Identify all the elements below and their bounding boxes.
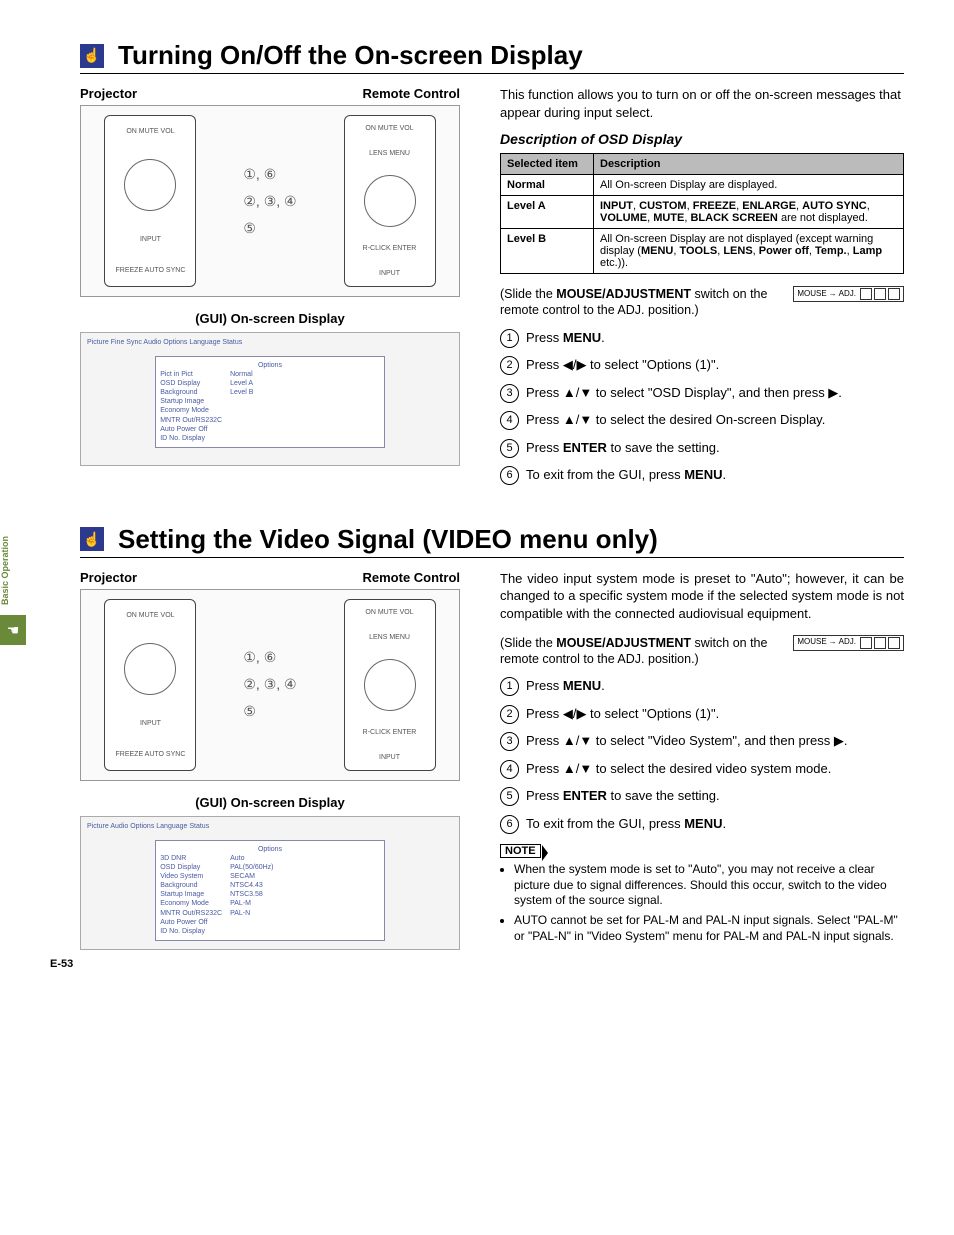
hardware-diagram: ON MUTE VOLINPUTFREEZE AUTO SYNC ①, ⑥ ②,… xyxy=(80,589,460,781)
callout-3: ⑤ xyxy=(243,703,296,720)
slide-note: (Slide the MOUSE/ADJUSTMENT switch on th… xyxy=(500,635,904,668)
side-tab-label: Basic Operation xyxy=(0,530,10,611)
label-remote: Remote Control xyxy=(363,570,461,585)
section1-title-row: ☝ Turning On/Off the On-screen Display xyxy=(80,40,904,74)
step-item: Press ENTER to save the setting. xyxy=(500,439,904,457)
side-tab: Basic Operation ☚ xyxy=(0,530,26,645)
label-projector: Projector xyxy=(80,570,137,585)
callout-1: ①, ⑥ xyxy=(243,166,296,183)
step-item: To exit from the GUI, press MENU. xyxy=(500,466,904,484)
callouts: ①, ⑥ ②, ③, ④ ⑤ xyxy=(243,166,296,237)
hand-icon: ☚ xyxy=(0,615,26,645)
steps-list: Press MENU. Press ◀/▶ to select "Options … xyxy=(500,677,904,832)
hand-pointer-icon: ☝ xyxy=(80,527,104,551)
th-selected: Selected item xyxy=(501,154,594,175)
table-row: Level B All On-screen Display are not di… xyxy=(501,229,904,274)
gui-label: (GUI) On-screen Display xyxy=(80,311,460,326)
mouse-adj-switch-icon: MOUSE → ADJ. xyxy=(793,286,904,302)
intro-text: The video input system mode is preset to… xyxy=(500,570,904,623)
label-remote: Remote Control xyxy=(363,86,461,101)
step-item: Press ◀/▶ to select "Options (1)". xyxy=(500,356,904,374)
section2-title: Setting the Video Signal (VIDEO menu onl… xyxy=(118,524,658,555)
mouse-adj-switch-icon: MOUSE → ADJ. xyxy=(793,635,904,651)
diagram-labels: Projector Remote Control xyxy=(80,570,460,585)
gui-screenshot: Picture Fine Sync Audio Options Language… xyxy=(80,332,460,466)
step-item: Press ▲/▼ to select "Video System", and … xyxy=(500,732,904,750)
intro-text: This function allows you to turn on or o… xyxy=(500,86,904,121)
th-desc: Description xyxy=(594,154,904,175)
gui-header: Options xyxy=(160,845,380,854)
callout-1: ①, ⑥ xyxy=(243,649,296,666)
projector-outline: ON MUTE VOLINPUTFREEZE AUTO SYNC xyxy=(104,599,196,771)
label-projector: Projector xyxy=(80,86,137,101)
note-item: AUTO cannot be set for PAL-M and PAL-N i… xyxy=(514,913,904,944)
callout-2: ②, ③, ④ xyxy=(243,676,296,693)
note-item: When the system mode is set to "Auto", y… xyxy=(514,862,904,909)
gui-tabs: Picture Fine Sync Audio Options Language… xyxy=(87,339,453,346)
hand-pointer-icon: ☝ xyxy=(80,44,104,68)
gui-header: Options xyxy=(160,361,380,370)
osd-table: Selected item Description Normal All On-… xyxy=(500,153,904,274)
remote-outline: ON MUTE VOLLENS MENUR-CLICK ENTERINPUT xyxy=(344,599,436,771)
gui-side: NormalLevel ALevel B xyxy=(230,370,253,443)
hardware-diagram: ON MUTE VOLINPUTFREEZE AUTO SYNC ①, ⑥ ②,… xyxy=(80,105,460,297)
section2-title-row: ☝ Setting the Video Signal (VIDEO menu o… xyxy=(80,524,904,558)
gui-items: Pict in PictOSD DisplayBackgroundStartup… xyxy=(160,370,222,443)
subhead: Description of OSD Display xyxy=(500,131,904,147)
step-item: To exit from the GUI, press MENU. xyxy=(500,815,904,833)
diagram-labels: Projector Remote Control xyxy=(80,86,460,101)
step-item: Press ▲/▼ to select the desired video sy… xyxy=(500,760,904,778)
step-item: Press ▲/▼ to select "OSD Display", and t… xyxy=(500,384,904,402)
step-item: Press ◀/▶ to select "Options (1)". xyxy=(500,705,904,723)
remote-outline: ON MUTE VOLLENS MENUR-CLICK ENTERINPUT xyxy=(344,115,436,287)
slide-note: (Slide the MOUSE/ADJUSTMENT switch on th… xyxy=(500,286,904,319)
table-row: Normal All On-screen Display are display… xyxy=(501,175,904,196)
step-item: Press MENU. xyxy=(500,329,904,347)
gui-panel: Options Pict in PictOSD DisplayBackgroun… xyxy=(155,356,385,448)
step-item: Press ENTER to save the setting. xyxy=(500,787,904,805)
callout-3: ⑤ xyxy=(243,220,296,237)
callout-2: ②, ③, ④ xyxy=(243,193,296,210)
step-item: Press ▲/▼ to select the desired On-scree… xyxy=(500,411,904,429)
gui-label: (GUI) On-screen Display xyxy=(80,795,460,810)
steps-list: Press MENU. Press ◀/▶ to select "Options … xyxy=(500,329,904,484)
table-row: Level A INPUT, CUSTOM, FREEZE, ENLARGE, … xyxy=(501,196,904,229)
projector-outline: ON MUTE VOLINPUTFREEZE AUTO SYNC xyxy=(104,115,196,287)
gui-screenshot: Picture Audio Options Language Status Op… xyxy=(80,816,460,950)
callouts: ①, ⑥ ②, ③, ④ ⑤ xyxy=(243,649,296,720)
note-label: NOTE xyxy=(500,844,541,858)
gui-tabs: Picture Audio Options Language Status xyxy=(87,823,453,830)
step-item: Press MENU. xyxy=(500,677,904,695)
notes-list: When the system mode is set to "Auto", y… xyxy=(500,862,904,944)
page-number: E-53 xyxy=(50,958,73,970)
gui-side: AutoPAL(50/60Hz)SECAMNTSC4.43NTSC3.58PAL… xyxy=(230,854,273,936)
section1-title: Turning On/Off the On-screen Display xyxy=(118,40,583,71)
gui-items: 3D DNROSD DisplayVideo SystemBackgroundS… xyxy=(160,854,222,936)
gui-panel: Options 3D DNROSD DisplayVideo SystemBac… xyxy=(155,840,385,941)
